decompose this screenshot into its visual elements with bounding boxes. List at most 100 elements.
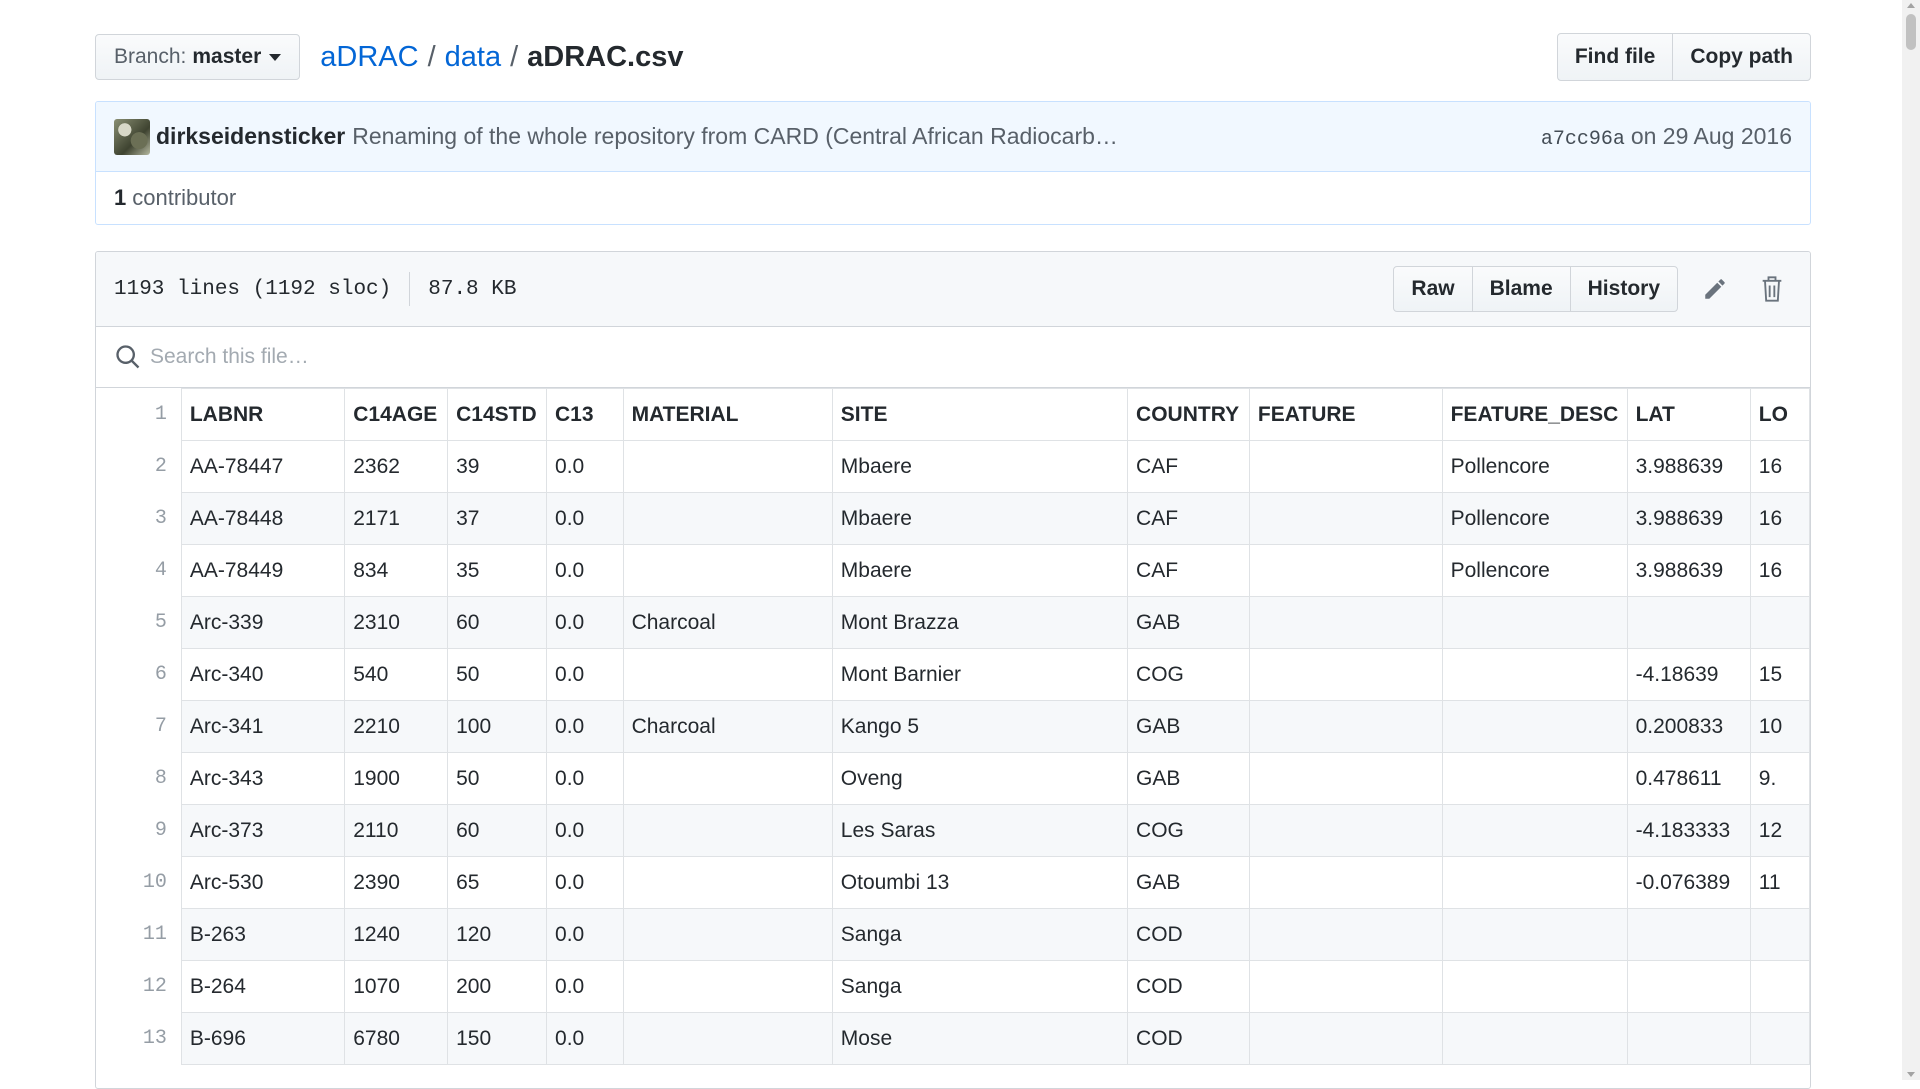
- table-row: 5 Arc-339 2310 60 0.0 Charcoal Mont Brazza GAB: [96, 596, 1810, 649]
- table-row: 11 B-263 1240 120 0.0 Sanga COD: [96, 908, 1810, 961]
- column-header: COUNTRY: [1127, 388, 1250, 441]
- search-input[interactable]: [148, 344, 752, 370]
- history-button[interactable]: History: [1569, 266, 1678, 312]
- table-cell: 10: [1749, 700, 1810, 753]
- table-cell: [1626, 908, 1751, 961]
- table-cell: [622, 492, 833, 545]
- table-cell: [1626, 596, 1751, 649]
- breadcrumb-separator: /: [427, 40, 436, 73]
- table-cell: 120: [447, 908, 548, 961]
- table-cell: 16: [1749, 492, 1810, 545]
- line-number[interactable]: 7: [96, 700, 182, 753]
- branch-name: master: [192, 45, 262, 68]
- table-cell: [1248, 700, 1443, 753]
- table-cell: 9.: [1749, 752, 1810, 805]
- scrollbar-thumb[interactable]: [1906, 14, 1916, 50]
- scroll-up-icon[interactable]: [1907, 3, 1915, 8]
- table-cell: COD: [1127, 960, 1250, 1013]
- table-row: 2 AA-78447 2362 39 0.0 Mbaere CAF Pollencore 3.9…: [96, 440, 1810, 493]
- pencil-icon[interactable]: [1695, 269, 1735, 309]
- line-number[interactable]: 13: [96, 1012, 182, 1065]
- line-number[interactable]: 5: [96, 596, 182, 649]
- table-cell: [622, 1012, 833, 1065]
- commit-date: on 29 Aug 2016: [1630, 122, 1792, 149]
- table-cell: COD: [1127, 908, 1250, 961]
- table-cell: 1900: [344, 752, 449, 805]
- line-number[interactable]: 8: [96, 752, 182, 805]
- line-number[interactable]: 3: [96, 492, 182, 545]
- table-cell: [622, 752, 833, 805]
- table-cell: Pollencore: [1441, 492, 1628, 545]
- branch-select-button[interactable]: Branch: master: [95, 34, 301, 80]
- line-number[interactable]: 9: [96, 804, 182, 857]
- table-cell: COD: [1127, 1012, 1250, 1065]
- table-cell: GAB: [1127, 856, 1250, 909]
- table-cell: B-264: [180, 960, 346, 1013]
- table-cell: [1441, 596, 1628, 649]
- table-cell: [1248, 752, 1443, 805]
- table-cell: [1749, 960, 1810, 1013]
- line-number[interactable]: 11: [96, 908, 182, 961]
- line-number[interactable]: 6: [96, 648, 182, 701]
- table-cell: AA-78447: [180, 440, 346, 493]
- table-cell: Arc-530: [180, 856, 346, 909]
- avatar[interactable]: [114, 118, 150, 155]
- table-cell: 540: [344, 648, 449, 701]
- page-scrollbar[interactable]: [1902, 0, 1920, 1080]
- breadcrumb-separator: /: [510, 40, 519, 73]
- commit-message-link[interactable]: Renaming of the whole repository from CA…: [352, 123, 1118, 150]
- table-cell: [1626, 960, 1751, 1013]
- table-row: 7 Arc-341 2210 100 0.0 Charcoal Kango 5 GAB 0.20…: [96, 700, 1810, 753]
- scroll-down-icon[interactable]: [1907, 1072, 1915, 1077]
- table-cell: [1441, 648, 1628, 701]
- line-number[interactable]: 2: [96, 440, 182, 493]
- table-row: 13 B-696 6780 150 0.0 Mose COD: [96, 1012, 1810, 1065]
- table-cell: [1626, 1012, 1751, 1065]
- table-cell: Arc-340: [180, 648, 346, 701]
- table-cell: [1248, 648, 1443, 701]
- table-cell: 16: [1749, 440, 1810, 493]
- commit-sha-link[interactable]: a7cc96a: [1541, 128, 1625, 151]
- table-cell: 0.0: [546, 804, 624, 857]
- table-cell: Mont Barnier: [831, 648, 1129, 701]
- table-cell: Sanga: [831, 908, 1129, 961]
- copy-path-button[interactable]: Copy path: [1672, 33, 1811, 81]
- find-file-button[interactable]: Find file: [1556, 33, 1674, 81]
- table-cell: [622, 960, 833, 1013]
- table-cell: [1248, 1012, 1443, 1065]
- table-cell: -4.183333: [1626, 804, 1751, 857]
- table-cell: 834: [344, 544, 449, 597]
- table-cell: Mont Brazza: [831, 596, 1129, 649]
- line-number[interactable]: 4: [96, 544, 182, 597]
- table-cell: AA-78449: [180, 544, 346, 597]
- table-cell: 0.0: [546, 960, 624, 1013]
- commit-meta: a7cc96a on 29 Aug 2016: [1541, 123, 1792, 151]
- table-cell: [1441, 908, 1628, 961]
- table-cell: [1441, 804, 1628, 857]
- table-cell: [1749, 908, 1810, 961]
- line-number[interactable]: 10: [96, 856, 182, 909]
- table-cell: Sanga: [831, 960, 1129, 1013]
- table-cell: 0.0: [546, 440, 624, 493]
- table-cell: GAB: [1127, 752, 1250, 805]
- table-cell: 50: [447, 648, 548, 701]
- table-cell: 100: [447, 700, 548, 753]
- table-cell: 0.0: [546, 752, 624, 805]
- line-number[interactable]: 12: [96, 960, 182, 1013]
- table-cell: 35: [447, 544, 548, 597]
- column-header: LABNR: [180, 388, 346, 441]
- line-number[interactable]: 1: [96, 388, 182, 441]
- table-cell: [622, 544, 833, 597]
- blame-button[interactable]: Blame: [1471, 266, 1571, 312]
- file-nav-buttons: Find file Copy path: [1556, 33, 1811, 81]
- table-cell: Oveng: [831, 752, 1129, 805]
- trash-icon[interactable]: [1752, 269, 1792, 309]
- commit-author-link[interactable]: dirkseidensticker: [156, 123, 345, 150]
- table-row: 8 Arc-343 1900 50 0.0 Oveng GAB 0.478611 9.: [96, 752, 1810, 805]
- raw-button[interactable]: Raw: [1393, 266, 1473, 312]
- breadcrumb-folder-link[interactable]: data: [445, 41, 501, 74]
- contributors-link[interactable]: 1 contributor: [96, 172, 1810, 224]
- breadcrumb-repo-link[interactable]: aDRAC: [320, 41, 418, 74]
- table-cell: 1240: [344, 908, 449, 961]
- table-cell: 0.0: [546, 596, 624, 649]
